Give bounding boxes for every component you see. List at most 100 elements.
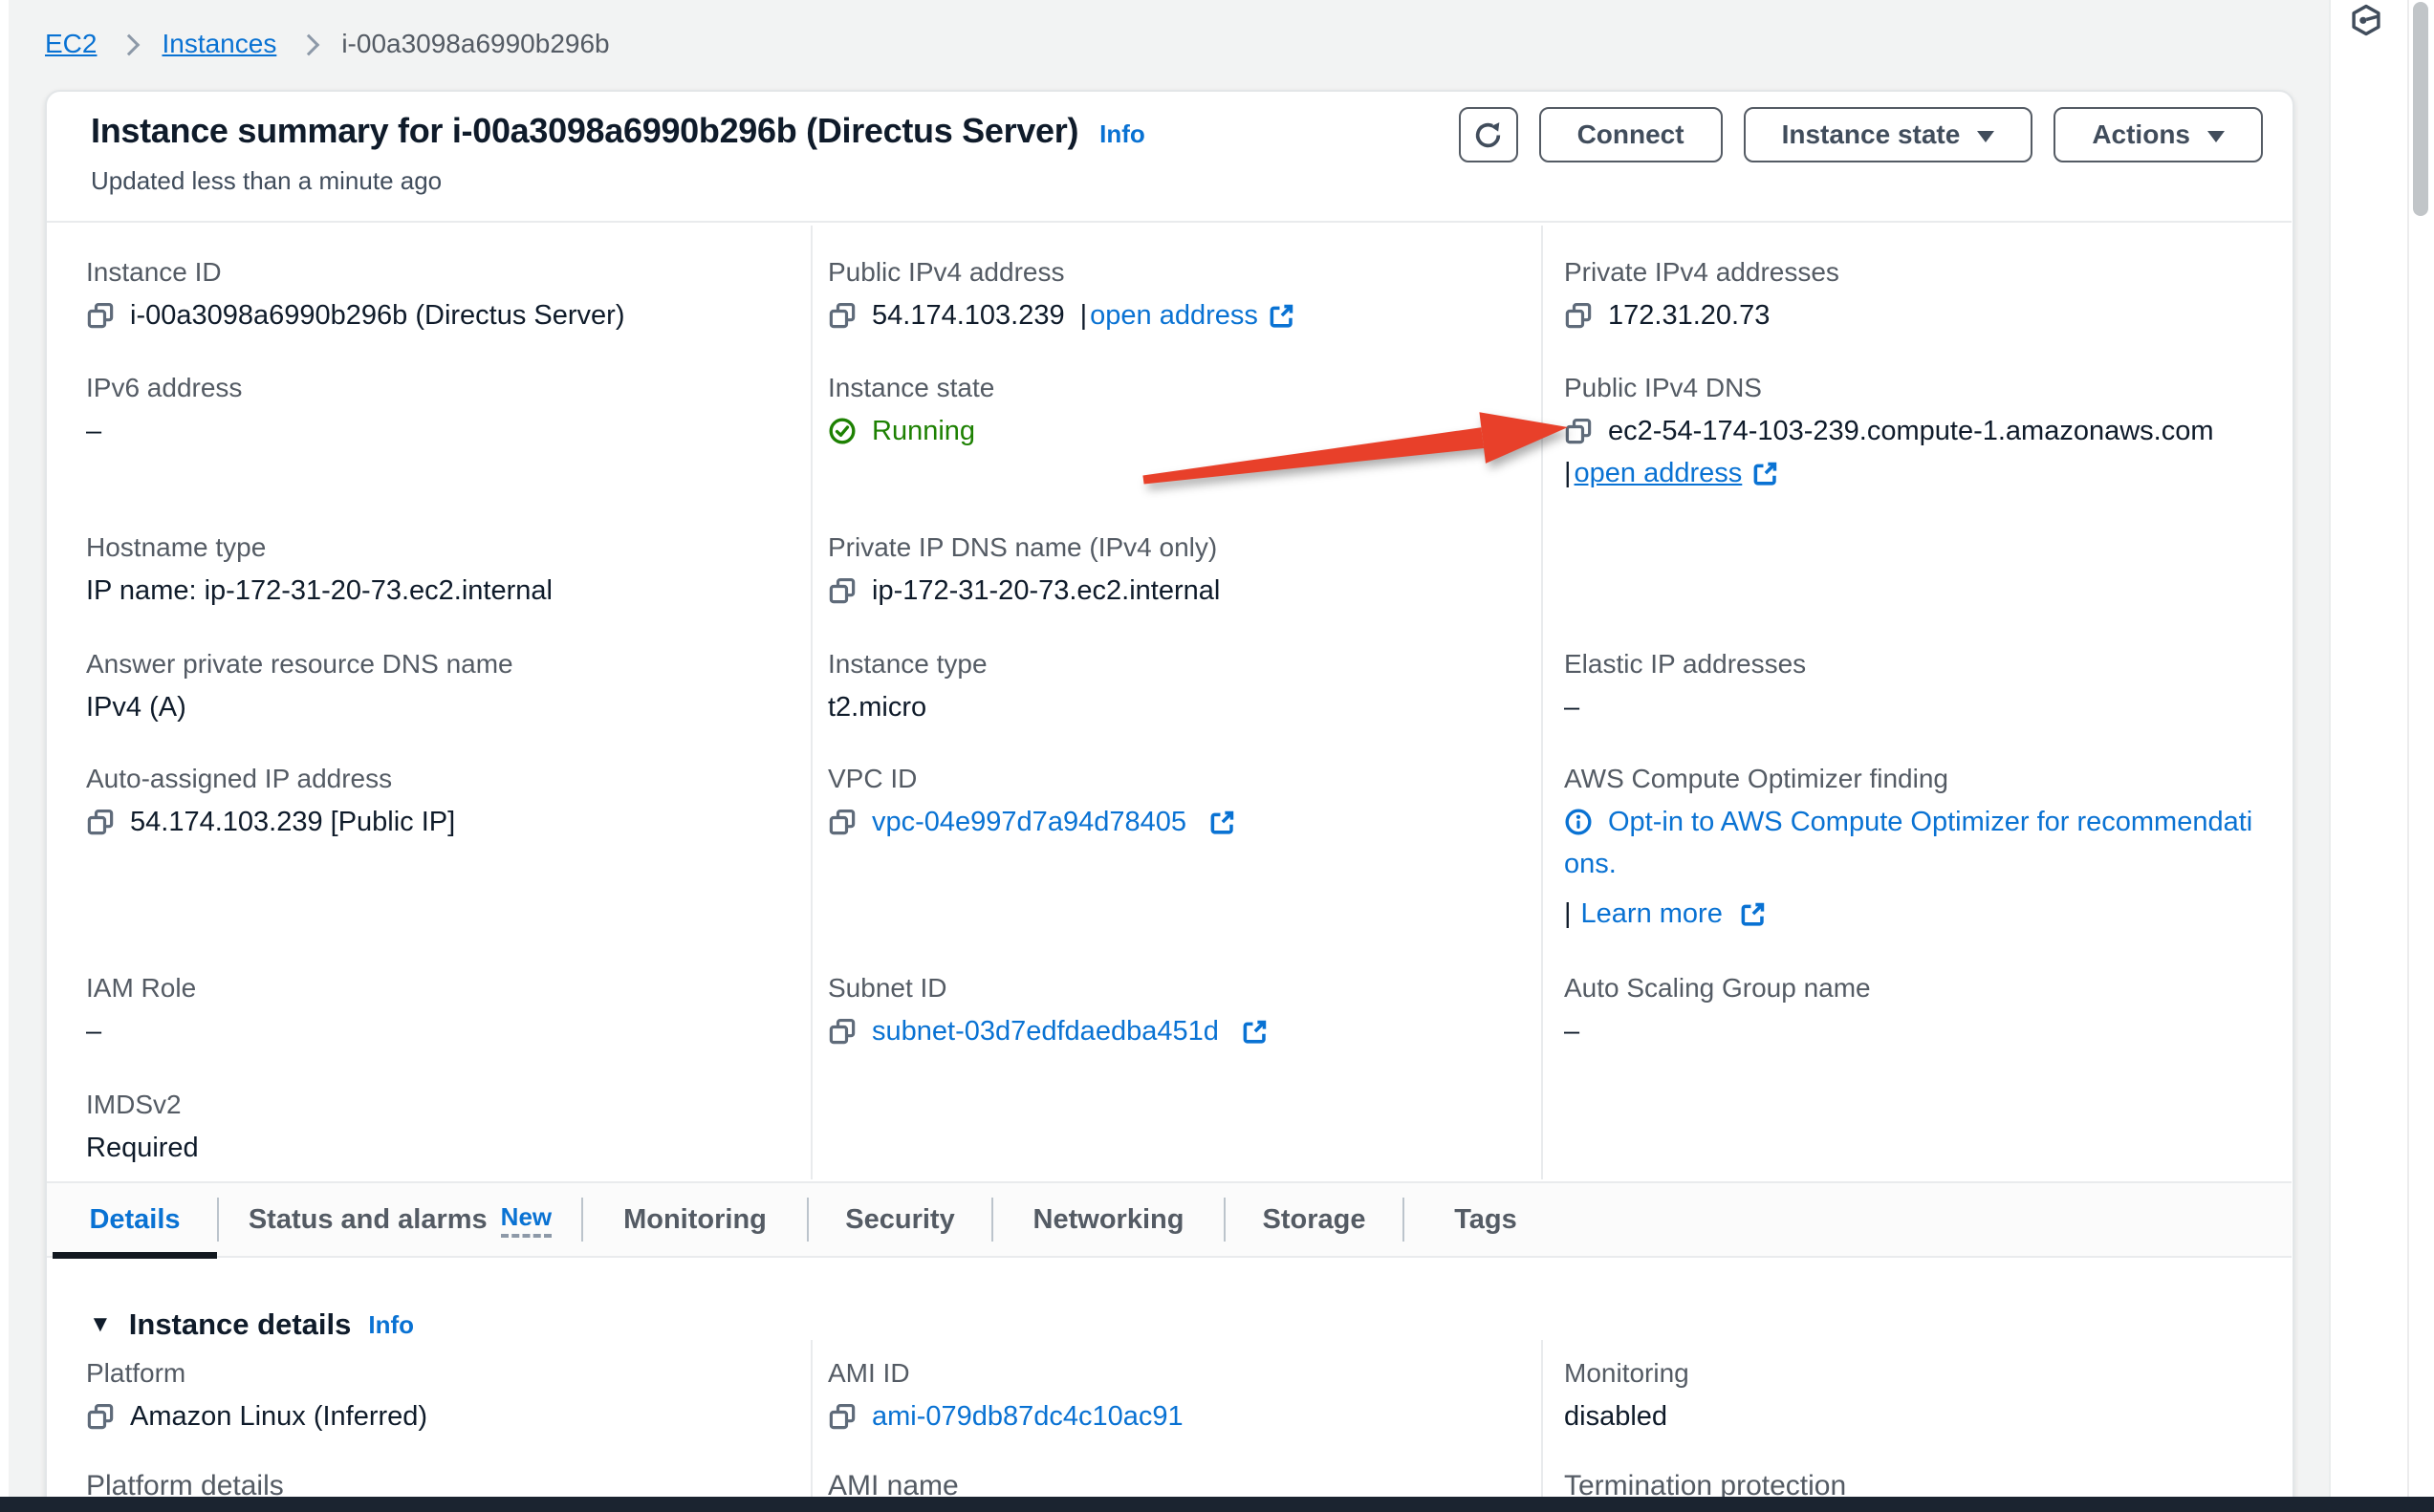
field-auto-assigned-ip: Auto-assigned IP address 54.174.103.239 …: [86, 763, 793, 839]
copy-icon[interactable]: [828, 576, 857, 605]
optimizer-opt-in-link-wrap[interactable]: ons.: [1564, 847, 1617, 881]
learn-more-link[interactable]: Learn more: [1581, 896, 1723, 931]
copy-icon[interactable]: [86, 301, 115, 330]
field-private-dns: Private IP DNS name (IPv4 only) ip-172-3…: [828, 531, 1526, 608]
iam-role-value: –: [86, 1014, 101, 1048]
external-link-icon[interactable]: [1209, 810, 1235, 835]
field-label: AMI ID: [828, 1357, 1526, 1390]
field-label: Private IPv4 addresses: [1564, 256, 2276, 289]
pipe-separator: |: [1564, 896, 1572, 931]
breadcrumb-ec2-link[interactable]: EC2: [45, 29, 97, 59]
tab-status-and-alarms[interactable]: Status and alarms New: [219, 1182, 581, 1257]
imdsv2-value: Required: [86, 1131, 199, 1165]
vpc-id-link[interactable]: vpc-04e997d7a94d78405: [872, 805, 1186, 839]
tab-networking[interactable]: Networking: [993, 1182, 1224, 1257]
field-label: Instance type: [828, 648, 1526, 680]
tab-storage[interactable]: Storage: [1226, 1182, 1402, 1257]
tab-monitoring[interactable]: Monitoring: [583, 1182, 807, 1257]
optimizer-opt-in-link[interactable]: Opt-in to AWS Compute Optimizer for reco…: [1608, 805, 2252, 839]
breadcrumb-instances-link[interactable]: Instances: [162, 29, 276, 59]
page-title: Instance summary for i-00a3098a6990b296b…: [91, 111, 1078, 151]
field-compute-optimizer: AWS Compute Optimizer finding Opt-in to …: [1564, 763, 2276, 931]
copy-icon[interactable]: [828, 1017, 857, 1046]
field-label: Auto Scaling Group name: [1564, 972, 2276, 1004]
public-dns-value: ec2-54-174-103-239.compute-1.amazonaws.c…: [1608, 414, 2214, 448]
copy-icon[interactable]: [828, 1402, 857, 1431]
hostname-type-value: IP name: ip-172-31-20-73.ec2.internal: [86, 573, 553, 608]
copy-icon[interactable]: [86, 808, 115, 836]
external-link-icon[interactable]: [1740, 901, 1766, 927]
info-circle-icon: [1564, 808, 1593, 836]
field-instance-type: Instance type t2.micro: [828, 648, 1526, 724]
copy-icon[interactable]: [828, 808, 857, 836]
field-elastic-ip: Elastic IP addresses –: [1564, 648, 2276, 724]
scrollbar-thumb[interactable]: [2413, 2, 2428, 216]
field-label: VPC ID: [828, 763, 1526, 795]
field-label: Private IP DNS name (IPv4 only): [828, 531, 1526, 564]
field-label: Instance state: [828, 372, 1526, 404]
answer-private-dns-value: IPv4 (A): [86, 690, 186, 724]
hexagon-node-icon[interactable]: [2349, 3, 2383, 37]
tab-details[interactable]: Details: [53, 1182, 217, 1257]
new-badge: New: [501, 1202, 552, 1238]
instance-state-value: Running: [872, 414, 975, 448]
tab-security[interactable]: Security: [809, 1182, 991, 1257]
actions-dropdown-button[interactable]: Actions: [2054, 107, 2263, 162]
public-ipv4-value: 54.174.103.239: [872, 298, 1065, 333]
elastic-ip-value: –: [1564, 690, 1579, 724]
field-label: IMDSv2: [86, 1089, 793, 1121]
right-side-panel-rail: [2329, 0, 2434, 1512]
field-vpc-id: VPC ID vpc-04e997d7a94d78405: [828, 763, 1526, 839]
field-label: IAM Role: [86, 972, 793, 1004]
field-public-dns: Public IPv4 DNS ec2-54-174-103-239.compu…: [1564, 372, 2276, 490]
footer-bar: [0, 1497, 2434, 1512]
tab-label: Tags: [1454, 1204, 1517, 1236]
refresh-icon: [1473, 120, 1503, 150]
field-label: Subnet ID: [828, 972, 1526, 1004]
tab-tags[interactable]: Tags: [1404, 1182, 1567, 1257]
copy-icon[interactable]: [828, 301, 857, 330]
ipv6-value: –: [86, 414, 101, 448]
connect-button[interactable]: Connect: [1539, 107, 1723, 162]
platform-value: Amazon Linux (Inferred): [130, 1399, 427, 1434]
tab-label: Storage: [1263, 1204, 1366, 1236]
field-label: Elastic IP addresses: [1564, 648, 2276, 680]
private-ipv4-value: 172.31.20.73: [1608, 298, 1770, 333]
field-private-ipv4: Private IPv4 addresses 172.31.20.73: [1564, 256, 2276, 333]
section-title: Instance details: [129, 1307, 352, 1342]
open-address-link[interactable]: open address: [1090, 298, 1258, 333]
tab-bar: Details Status and alarms New Monitoring…: [47, 1181, 2292, 1258]
external-link-icon[interactable]: [1752, 461, 1778, 486]
copy-icon[interactable]: [1564, 301, 1593, 330]
field-label: Public IPv4 address: [828, 256, 1526, 289]
instance-state-button-label: Instance state: [1782, 119, 1961, 150]
column-divider: [1541, 226, 1543, 1179]
refresh-button[interactable]: [1459, 107, 1518, 162]
field-label: Answer private resource DNS name: [86, 648, 793, 680]
tab-label: Status and alarms: [249, 1204, 488, 1236]
field-ipv6-address: IPv6 address –: [86, 372, 793, 448]
external-link-icon[interactable]: [1269, 303, 1294, 329]
field-subnet-id: Subnet ID subnet-03d7edfdaedba451d: [828, 972, 1526, 1048]
subnet-id-link[interactable]: subnet-03d7edfdaedba451d: [872, 1014, 1219, 1048]
updated-timestamp: Updated less than a minute ago: [91, 166, 442, 196]
summary-info-link[interactable]: Info: [1099, 119, 1145, 149]
external-link-icon[interactable]: [1242, 1019, 1268, 1045]
open-address-link[interactable]: open address: [1575, 456, 1743, 490]
details-info-link[interactable]: Info: [368, 1310, 414, 1340]
field-instance-state: Instance state Running: [828, 372, 1526, 448]
collapse-triangle-icon[interactable]: ▼: [89, 1311, 112, 1338]
copy-icon[interactable]: [1564, 417, 1593, 445]
tab-label: Security: [845, 1204, 954, 1236]
instance-state-dropdown-button[interactable]: Instance state: [1744, 107, 2033, 162]
pipe-separator: |: [1080, 298, 1088, 333]
field-public-ipv4: Public IPv4 address 54.174.103.239 | ope…: [828, 256, 1526, 333]
card-header: Instance summary for i-00a3098a6990b296b…: [91, 111, 1145, 151]
field-label: IPv6 address: [86, 372, 793, 404]
field-auto-scaling-group: Auto Scaling Group name –: [1564, 972, 2276, 1048]
field-imdsv2: IMDSv2 Required: [86, 1089, 793, 1165]
copy-icon[interactable]: [86, 1402, 115, 1431]
ami-id-link[interactable]: ami-079db87dc4c10ac91: [872, 1399, 1184, 1434]
field-hostname-type: Hostname type IP name: ip-172-31-20-73.e…: [86, 531, 793, 608]
actions-button-label: Actions: [2092, 119, 2190, 150]
